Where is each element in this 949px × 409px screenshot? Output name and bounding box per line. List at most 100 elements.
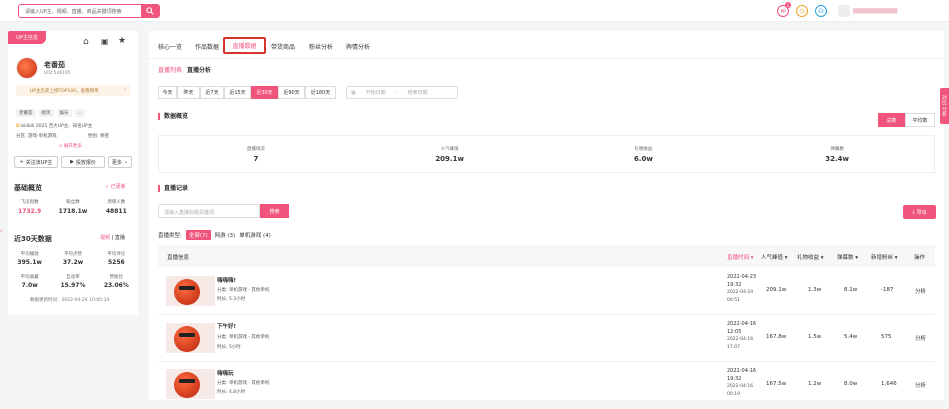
range-90d[interactable]: 近90天 bbox=[278, 86, 305, 99]
range-180d[interactable]: 近180天 bbox=[305, 86, 336, 99]
clock-icon[interactable]: ◷ bbox=[796, 5, 808, 17]
tag-chip[interactable]: 搞笑 bbox=[38, 109, 54, 117]
tag-chip[interactable]: 老番茄 bbox=[16, 109, 36, 117]
stat-item: 赞粉比 23.06% bbox=[103, 275, 129, 289]
tag-chip[interactable]: 娱乐 bbox=[56, 109, 72, 117]
th-peak[interactable]: 人气峰值 ▾ bbox=[761, 253, 788, 261]
more-button[interactable]: 更多 ⌄ bbox=[108, 156, 132, 168]
record-search-input[interactable]: 请输入直播标题关键词 bbox=[158, 204, 260, 218]
analyze-link[interactable]: 分析 bbox=[915, 334, 926, 342]
tab-goods[interactable]: 带货商品 bbox=[271, 42, 295, 51]
th-info: 直播信息 bbox=[167, 255, 190, 261]
stat-item: 粉丝数 1718.1w bbox=[58, 200, 88, 215]
th-gift[interactable]: 礼物收益 ▾ bbox=[797, 253, 824, 261]
search-input[interactable]: 请输入UP主、视频、直播、商品关键词搜索 bbox=[25, 8, 122, 15]
basic-overview-title: 基础概览 bbox=[14, 184, 42, 192]
avatar bbox=[16, 57, 38, 79]
date-end: 结束日期 bbox=[407, 90, 428, 96]
date-sep: - bbox=[395, 89, 398, 96]
live-thumbnail[interactable] bbox=[166, 276, 215, 306]
range-today[interactable]: 今天 bbox=[158, 86, 177, 99]
th-time[interactable]: 直播时间 ▾ bbox=[727, 253, 754, 261]
expand-more-link[interactable]: ∨ 展开更多 bbox=[59, 143, 82, 149]
live-title[interactable]: 嗨嗨玩 bbox=[217, 369, 234, 377]
stat-live-count: 直播场次 7 bbox=[246, 146, 265, 163]
cube-icon[interactable]: ▣ bbox=[101, 37, 109, 46]
top-bar: 请输入UP主、视频、直播、商品关键词搜索 ✉ 1 ◷ ☊ ▆▆▆▆▆▆▆▆▆▆▆… bbox=[0, 0, 949, 22]
headset-icon[interactable]: ☊ bbox=[815, 5, 827, 17]
live-title[interactable]: 下午好! bbox=[217, 322, 236, 330]
search-box[interactable]: 请输入UP主、视频、直播、商品关键词搜索 bbox=[18, 4, 160, 18]
live-thumbnail[interactable] bbox=[166, 369, 215, 399]
up-sidebar: UP主信息 ⌂ ▣ ★ 老番茄 UID:546195 UP主历史上榜TOP100… bbox=[8, 31, 138, 315]
tab-works[interactable]: 作品数据 bbox=[195, 42, 219, 51]
stat-danmu: 弹幕数 32.4w bbox=[825, 146, 849, 163]
user-name[interactable]: ▆▆▆▆▆▆▆▆▆▆▆▆ bbox=[853, 7, 897, 14]
type-filter: 直播类型: 全部(7) 网游 (3) 单机游戏 (4) bbox=[158, 230, 271, 240]
type-label: 直播类型: bbox=[158, 233, 182, 239]
record-search-button[interactable]: 搜索 bbox=[260, 204, 289, 218]
honor-text: bilibili 2021 百大UP主、知名UP主 bbox=[21, 124, 93, 129]
divider bbox=[149, 58, 944, 59]
live-duration: 时长: 5小时 bbox=[217, 345, 241, 350]
report-button[interactable]: ▶ 投放报价 bbox=[61, 156, 105, 168]
live-gift: 1.5w bbox=[808, 334, 822, 340]
table-row: 嗨嗨嗨! 分类: 单机游戏 - 其他单机 时长: 5.3小时 2022-04-2… bbox=[159, 268, 934, 315]
subtab-live-list[interactable]: 直播列表 bbox=[158, 65, 182, 74]
search-icon bbox=[146, 7, 154, 15]
star-icon[interactable]: ★ bbox=[118, 36, 126, 46]
toggle-total[interactable]: 总数 bbox=[878, 113, 905, 127]
live-danmu: 5.4w bbox=[844, 334, 858, 340]
compare-float-button[interactable]: 对比 分析 bbox=[940, 88, 949, 124]
search-button[interactable] bbox=[141, 5, 159, 17]
up-name: 老番茄 bbox=[44, 61, 65, 69]
th-fans[interactable]: 新增粉丝 ▾ bbox=[871, 253, 898, 261]
collapse-arrow-icon[interactable]: ‹ bbox=[0, 228, 2, 235]
range-7d[interactable]: 近7天 bbox=[200, 86, 224, 99]
type-all[interactable]: 全部(7) bbox=[185, 230, 211, 240]
download-icon: ⤓ bbox=[912, 209, 915, 215]
th-danmu[interactable]: 弹幕数 ▾ bbox=[837, 253, 858, 261]
range-30d[interactable]: 近30天 bbox=[251, 86, 278, 99]
stat-gift: 礼物收益 6.0w bbox=[633, 146, 653, 163]
follow-button[interactable]: + 关注该UP主 bbox=[14, 156, 58, 168]
subtab-live-analysis[interactable]: 直播分析 bbox=[187, 65, 211, 74]
range-15d[interactable]: 近15天 bbox=[224, 86, 251, 99]
live-fans: -187 bbox=[881, 287, 894, 293]
stat-item: 平均播放 395.1w bbox=[17, 252, 42, 266]
tab-live[interactable]: 直播数据 bbox=[223, 37, 266, 54]
analyze-link[interactable]: 分析 bbox=[915, 381, 926, 389]
tag-chip[interactable]: ... bbox=[74, 109, 85, 117]
live-thumbnail[interactable] bbox=[166, 323, 215, 353]
table-row: 嗨嗨玩 分类: 单机游戏 - 其他单机 时长: 4.8小时 2022-04-16… bbox=[159, 362, 934, 409]
live-peak: 167.8w bbox=[766, 334, 787, 340]
live-gift: 1.3w bbox=[808, 287, 822, 293]
export-button[interactable]: ⤓ 导出 bbox=[903, 205, 936, 219]
stat-peak: 人气峰值 209.1w bbox=[435, 146, 464, 163]
live-toggle[interactable]: 直播 bbox=[115, 235, 125, 241]
main-panel: 核心一览 作品数据 直播数据 带货商品 粉丝分析 舆情分析 直播列表 直播分析 … bbox=[149, 31, 944, 400]
live-title[interactable]: 嗨嗨嗨! bbox=[217, 276, 236, 284]
analyze-link[interactable]: 分析 bbox=[915, 287, 926, 295]
user-avatar[interactable] bbox=[838, 5, 850, 17]
tab-core[interactable]: 核心一览 bbox=[158, 42, 182, 51]
live-danmu: 8.0w bbox=[844, 381, 858, 387]
range-yesterday[interactable]: 昨天 bbox=[177, 86, 200, 99]
video-toggle[interactable]: 视频 bbox=[100, 235, 110, 241]
stat-item: 平均点赞 37.2w bbox=[62, 252, 84, 266]
promo-text: UP主历史上榜TOP100，查看榜单 bbox=[30, 88, 99, 94]
tab-fans[interactable]: 粉丝分析 bbox=[309, 42, 333, 51]
type-online[interactable]: 网游 (3) bbox=[215, 231, 236, 239]
tag-list: 老番茄 搞笑 娱乐 ... bbox=[16, 109, 85, 117]
recent-toggle: 视频 | 直播 bbox=[100, 235, 125, 241]
home-icon[interactable]: ⌂ bbox=[83, 37, 89, 47]
chevron-right-icon: › bbox=[124, 87, 126, 92]
tab-sentiment[interactable]: 舆情分析 bbox=[346, 42, 370, 51]
play-icon: ▶ bbox=[70, 159, 74, 165]
live-time: 2022-04-16 12:05 2022-04-16 17:07 bbox=[727, 321, 757, 350]
type-single[interactable]: 单机游戏 (4) bbox=[239, 231, 271, 239]
promo-banner[interactable]: UP主历史上榜TOP100，查看榜单 › bbox=[16, 85, 130, 96]
live-duration: 时长: 5.3小时 bbox=[217, 297, 246, 302]
date-range-picker[interactable]: ▦ 开始日期 - 结束日期 bbox=[346, 86, 458, 99]
toggle-average[interactable]: 平均数 bbox=[905, 113, 935, 127]
